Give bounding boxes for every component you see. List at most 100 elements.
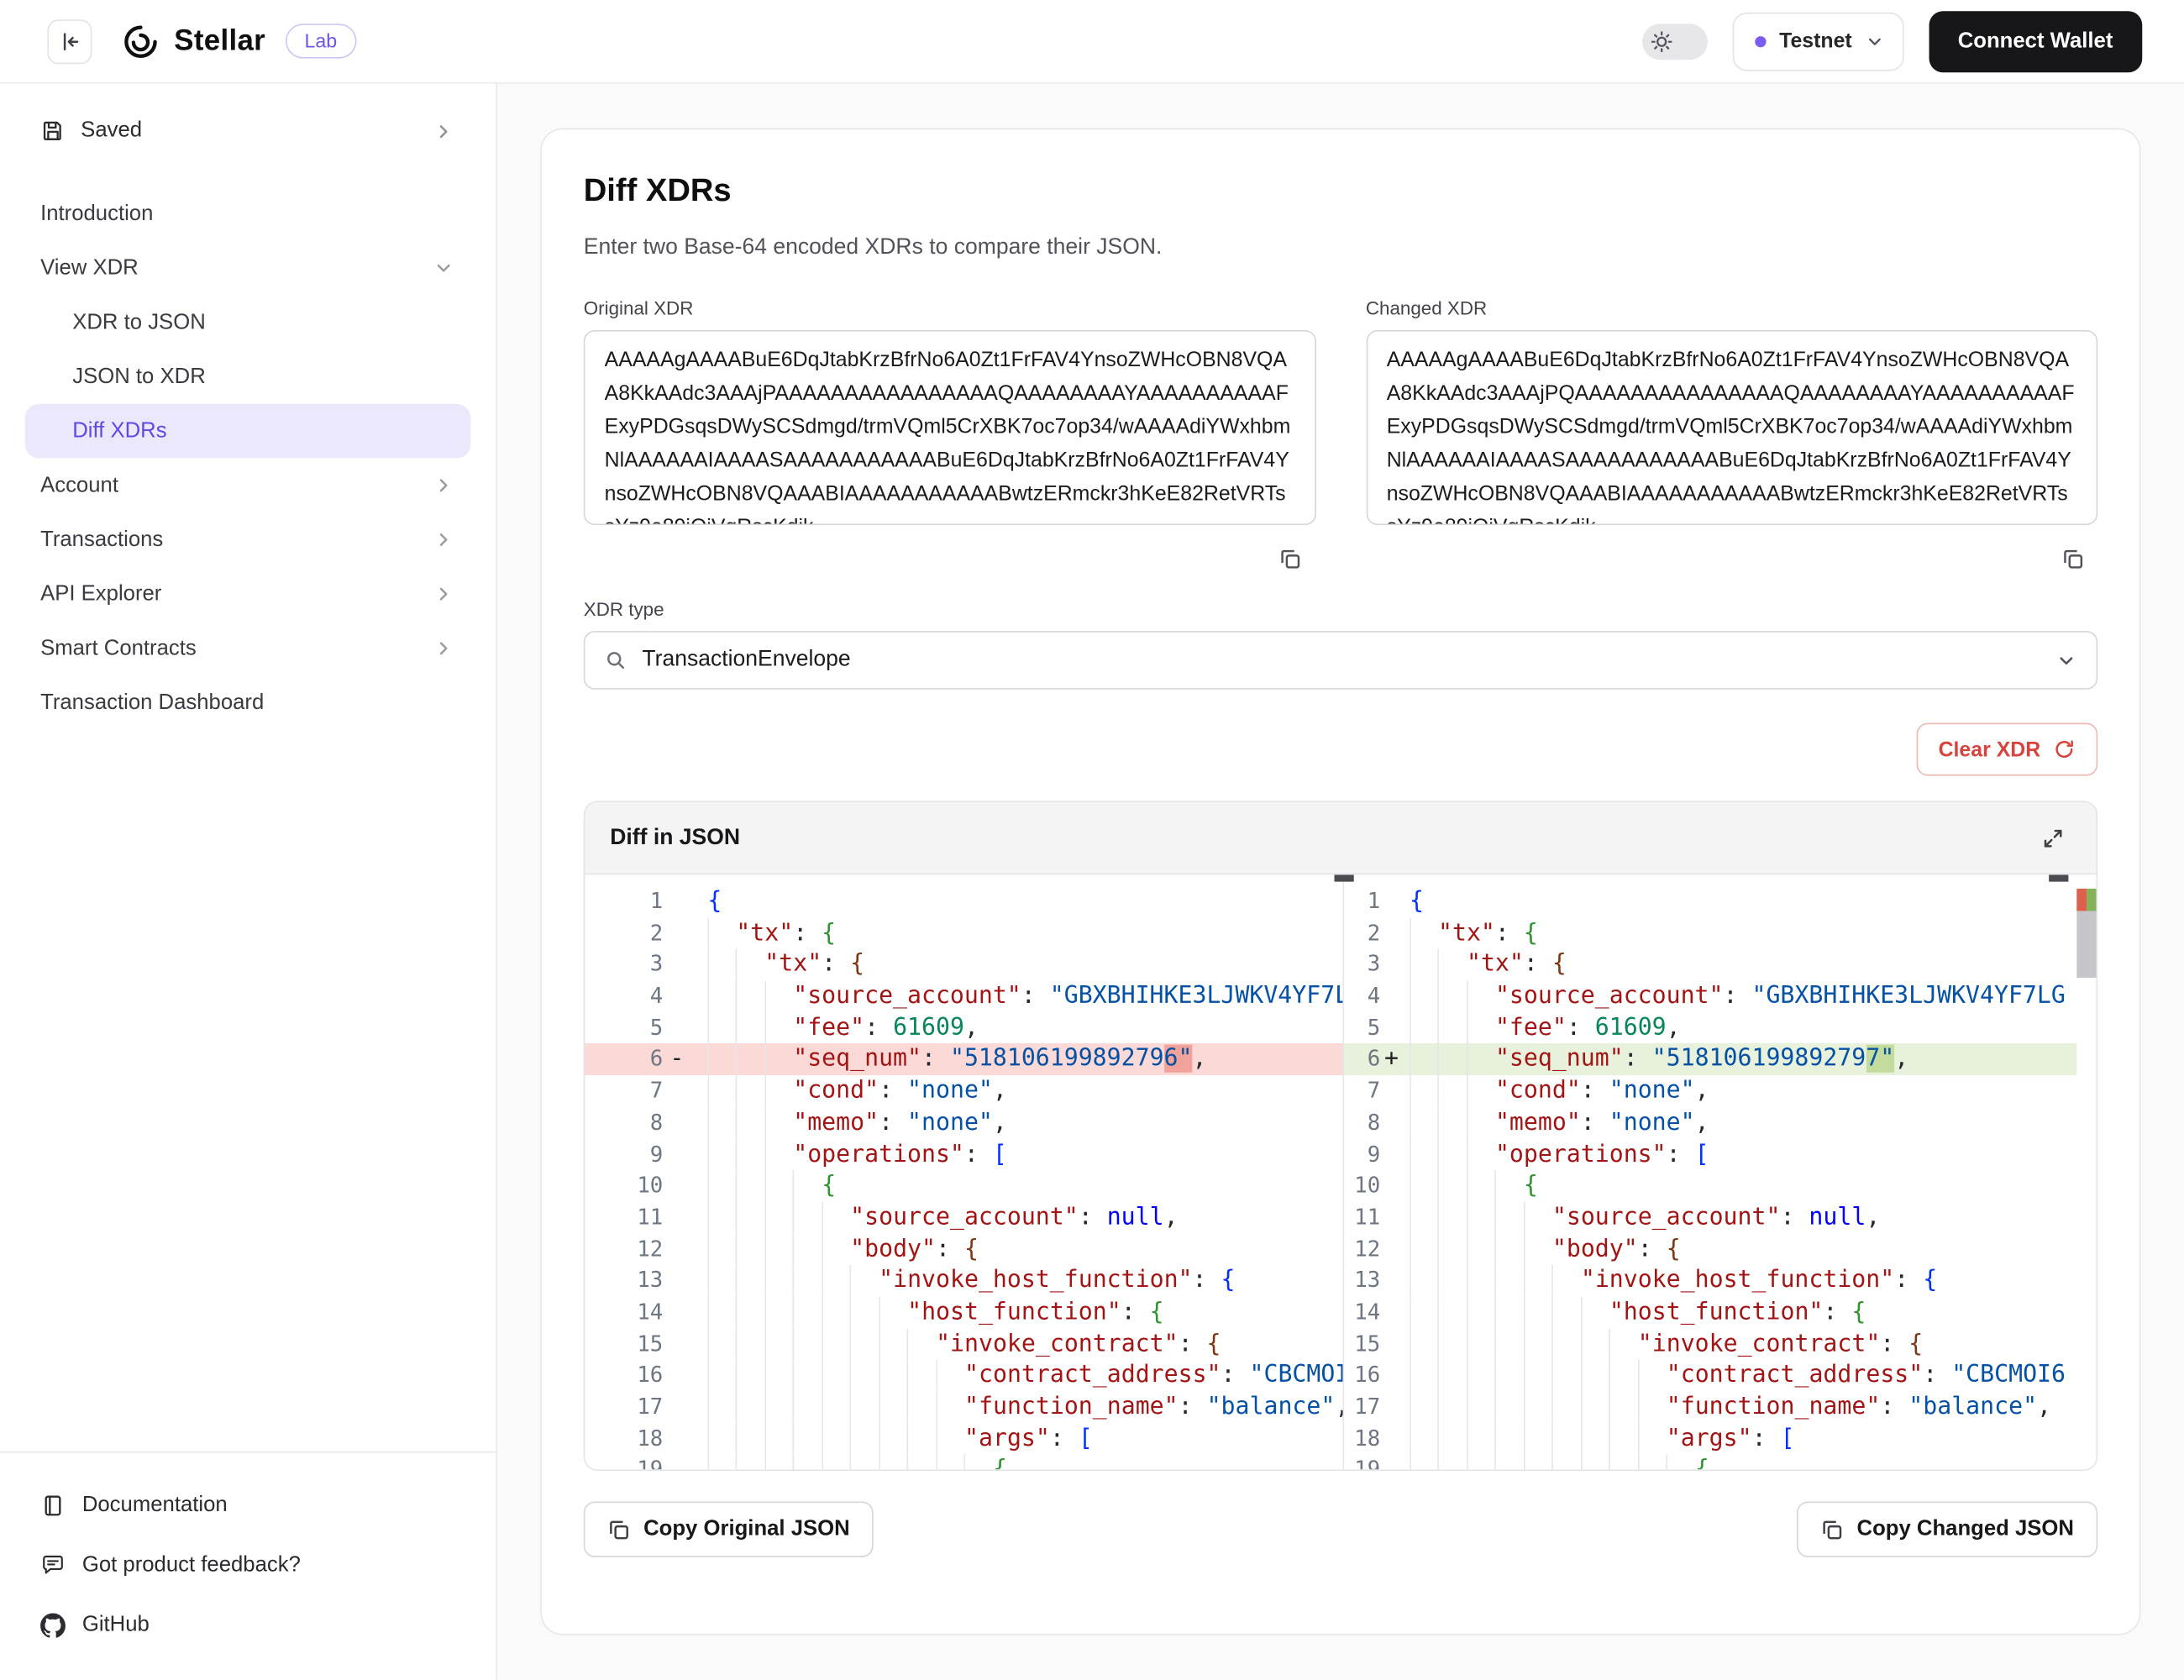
collapse-sidebar-button[interactable]	[47, 18, 92, 63]
footer-item-feedback[interactable]: Got product feedback?	[25, 1535, 471, 1594]
original-xdr-input[interactable]: AAAAAgAAAABuE6DqJtabKrzBfrNo6A0Zt1FrFAV4…	[584, 330, 1315, 525]
search-icon	[605, 649, 627, 672]
sidebar-item-label: Diff XDRs	[72, 418, 166, 444]
changed-xdr-input[interactable]: AAAAAgAAAABuE6DqJtabKrzBfrNo6A0Zt1FrFAV4…	[1366, 330, 2097, 525]
overview-removed-mark	[2076, 889, 2087, 911]
clear-xdr-label: Clear XDR	[1939, 738, 2041, 761]
footer-item-github[interactable]: GitHub	[25, 1595, 471, 1655]
github-icon	[40, 1612, 66, 1637]
overview-added-mark	[2087, 889, 2097, 911]
diff-line: 14 "host_function": {	[585, 1297, 1342, 1329]
changed-xdr-column: Changed XDR AAAAAgAAAABuE6DqJtabKrzBfrNo…	[1366, 298, 2097, 580]
sidebar-footer: Documentation Got product feedback? GitH…	[0, 1452, 496, 1680]
chevron-down-icon	[2055, 650, 2076, 671]
diff-line: 5 "fee": 61609,	[585, 1012, 1342, 1044]
copy-changed-json-label: Copy Changed JSON	[1857, 1517, 2074, 1542]
diff-line: 19 {	[1344, 1455, 2076, 1470]
diff-line: 11 "source_account": null,	[1344, 1202, 2076, 1234]
refresh-icon	[2053, 738, 2076, 761]
diff-line: 11 "source_account": null,	[585, 1202, 1342, 1234]
diff-panel-header: Diff in JSON	[585, 802, 2096, 874]
book-icon	[40, 1493, 66, 1518]
network-label: Testnet	[1779, 29, 1852, 53]
expand-diff-button[interactable]	[2032, 817, 2074, 859]
diff-changed-pane[interactable]: 1{2 "tx": {3 "tx": {4 "source_account": …	[1344, 874, 2096, 1469]
copy-original-xdr-button[interactable]	[1265, 538, 1315, 580]
right-pane-divider-handle[interactable]	[2049, 874, 2068, 881]
xdr-type-select[interactable]: TransactionEnvelope	[584, 631, 2097, 690]
diff-original-pane[interactable]: 1{2 "tx": {3 "tx": {4 "source_account": …	[585, 874, 1344, 1469]
clear-xdr-button[interactable]: Clear XDR	[1916, 723, 2097, 776]
brand: Stellar Lab	[120, 20, 357, 62]
diff-line: 6- "seq_num": "518106199892796",	[585, 1044, 1342, 1076]
sidebar-item-transaction-dashboard[interactable]: Transaction Dashboard	[25, 675, 471, 730]
sidebar-item-diff-xdrs[interactable]: Diff XDRs	[25, 404, 471, 459]
changed-xdr-label: Changed XDR	[1366, 298, 2097, 319]
original-xdr-column: Original XDR AAAAAgAAAABuE6DqJtabKrzBfrN…	[584, 298, 1315, 580]
chevron-down-icon	[1865, 31, 1884, 50]
page-title: Diff XDRs	[584, 171, 2097, 209]
top-bar-actions: Testnet Connect Wallet	[1643, 10, 2143, 71]
pane-divider-handle[interactable]	[1335, 874, 1354, 881]
brand-name: Stellar	[174, 24, 265, 58]
sidebar-item-label: Smart Contracts	[40, 636, 197, 661]
sidebar-item-label: Transactions	[40, 528, 163, 553]
diff-line: 19 {	[585, 1455, 1342, 1470]
sidebar-item-saved[interactable]: Saved	[25, 106, 471, 156]
sidebar-item-label: Saved	[81, 118, 142, 144]
diff-line: 15 "invoke_contract": {	[1344, 1328, 2076, 1360]
main-content: Diff XDRs Enter two Base-64 encoded XDRs…	[497, 83, 2184, 1679]
diff-scrollbar[interactable]	[2076, 874, 2096, 1469]
diff-line: 4 "source_account": "GBXBHIHKE3LJWKV4YF7…	[1344, 980, 2076, 1012]
xdr-type-field: XDR type TransactionEnvelope	[584, 599, 2097, 690]
network-status-dot	[1756, 35, 1767, 46]
collapse-left-icon	[59, 30, 81, 53]
sidebar-nav: Introduction View XDR XDR to JSON JSON t…	[0, 176, 496, 730]
footer-item-label: Got product feedback?	[82, 1552, 301, 1578]
chevron-right-icon	[433, 638, 454, 659]
copy-changed-xdr-button[interactable]	[2047, 538, 2097, 580]
sidebar-item-label: View XDR	[40, 255, 139, 281]
connect-wallet-button[interactable]: Connect Wallet	[1929, 10, 2142, 71]
network-select[interactable]: Testnet	[1733, 12, 1903, 71]
diff-line: 12 "body": {	[585, 1233, 1342, 1265]
page-subtitle: Enter two Base-64 encoded XDRs to compar…	[584, 235, 2097, 260]
app-root: Stellar Lab Testnet Connect Wallet	[0, 0, 2184, 1680]
original-xdr-label: Original XDR	[584, 298, 1315, 319]
diff-line: 7 "cond": "none",	[585, 1075, 1342, 1107]
diff-line: 16 "contract_address": "CBCMOI6	[585, 1360, 1342, 1392]
diff-line: 4 "source_account": "GBXBHIHKE3LJWKV4YF7…	[585, 980, 1342, 1012]
sidebar-item-api-explorer[interactable]: API Explorer	[25, 567, 471, 622]
sidebar-item-smart-contracts[interactable]: Smart Contracts	[25, 622, 471, 676]
footer-item-label: GitHub	[82, 1612, 150, 1637]
sidebar-item-label: Introduction	[40, 202, 153, 227]
diff-line: 7 "cond": "none",	[1344, 1075, 2076, 1107]
feedback-bubble-icon	[40, 1552, 66, 1578]
diff-editor: 1{2 "tx": {3 "tx": {4 "source_account": …	[585, 874, 2096, 1469]
lab-badge: Lab	[285, 24, 356, 58]
sidebar-item-introduction[interactable]: Introduction	[25, 186, 471, 241]
copy-changed-json-button[interactable]: Copy Changed JSON	[1797, 1501, 2097, 1557]
sidebar-item-view-xdr[interactable]: View XDR	[25, 241, 471, 296]
diff-line: 10 {	[1344, 1170, 2076, 1202]
footer-item-documentation[interactable]: Documentation	[25, 1475, 471, 1535]
footer-item-label: Documentation	[82, 1493, 228, 1518]
diff-line: 12 "body": {	[1344, 1233, 2076, 1265]
diff-line: 2 "tx": {	[585, 917, 1342, 949]
copy-original-json-button[interactable]: Copy Original JSON	[584, 1501, 874, 1557]
sidebar-item-json-to-xdr[interactable]: JSON to XDR	[25, 349, 471, 404]
diff-xdrs-card: Diff XDRs Enter two Base-64 encoded XDRs…	[540, 129, 2140, 1635]
diff-line: 8 "memo": "none",	[585, 1107, 1342, 1139]
sidebar-item-label: Transaction Dashboard	[40, 690, 264, 716]
copy-original-json-label: Copy Original JSON	[643, 1517, 850, 1542]
sidebar-item-label: Account	[40, 473, 118, 498]
theme-toggle[interactable]	[1643, 23, 1709, 59]
copy-icon	[607, 1518, 631, 1541]
sidebar-item-transactions[interactable]: Transactions	[25, 512, 471, 567]
sidebar-item-xdr-to-json[interactable]: XDR to JSON	[25, 296, 471, 350]
sidebar-item-account[interactable]: Account	[25, 459, 471, 513]
copy-icon	[1820, 1518, 1844, 1541]
diff-line: 8 "memo": "none",	[1344, 1107, 2076, 1139]
diff-line: 13 "invoke_host_function": {	[1344, 1265, 2076, 1297]
chevron-right-icon	[433, 120, 454, 141]
